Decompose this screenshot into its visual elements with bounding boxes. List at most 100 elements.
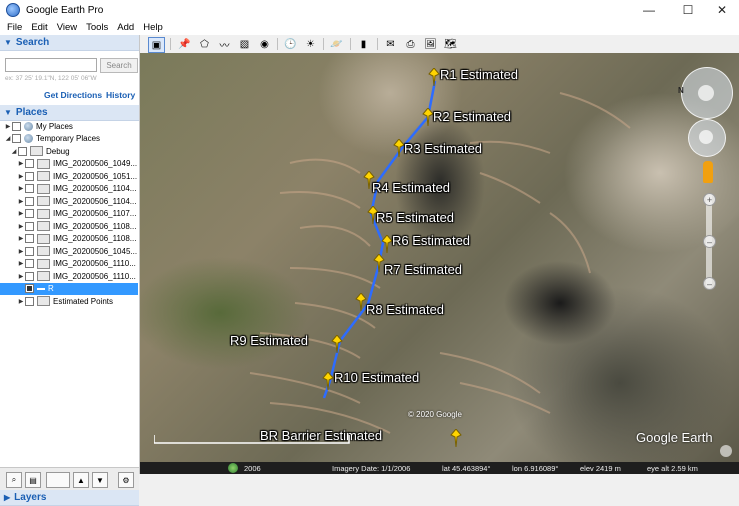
maximize-button[interactable]: ☐	[671, 0, 705, 20]
checkbox[interactable]	[18, 146, 27, 156]
add-path-icon[interactable]: 〰	[217, 37, 232, 52]
historical-imagery-icon[interactable]: 🕒	[283, 37, 298, 51]
tree-item-my-places[interactable]: ▶ My Places	[0, 120, 138, 133]
look-around-control[interactable]: N	[678, 67, 733, 119]
checkbox[interactable]	[25, 234, 34, 244]
tree-item-debug[interactable]: ◢ Debug	[0, 145, 138, 158]
menu-help[interactable]: Help	[143, 22, 163, 33]
collapse-triangle-icon[interactable]: ▼	[4, 38, 12, 47]
placemark-label[interactable]: R8 Estimated	[366, 302, 444, 317]
placemark-label[interactable]: R4 Estimated	[372, 180, 450, 195]
placemark-pin-icon[interactable]	[321, 372, 335, 390]
layers-panel-header[interactable]: ▶ Layers	[0, 490, 139, 506]
print-icon[interactable]: ⎙	[403, 37, 418, 51]
expand-arrow-icon[interactable]: ▶	[17, 260, 25, 267]
placemark-pin-icon[interactable]	[330, 335, 344, 353]
placemark-label[interactable]: R3 Estimated	[404, 141, 482, 156]
tree-item-image[interactable]: ▶ IMG_20200506_1108...	[0, 220, 138, 233]
close-button[interactable]: ✕	[705, 0, 739, 20]
tree-item-temporary-places[interactable]: ◢ Temporary Places	[0, 133, 138, 146]
tree-item-image[interactable]: ▶ IMG_20200506_1108...	[0, 233, 138, 246]
checkbox[interactable]	[12, 121, 21, 131]
checkbox[interactable]	[25, 296, 34, 306]
zoom-out-button[interactable]: –	[703, 277, 716, 290]
tree-item-image[interactable]: ▶ IMG_20200506_1110...	[0, 270, 138, 283]
north-icon[interactable]: N	[678, 86, 684, 95]
history-link[interactable]: History	[106, 90, 135, 100]
collapse-triangle-icon[interactable]: ▼	[4, 108, 12, 117]
menu-add[interactable]: Add	[117, 22, 134, 33]
places-panel-header[interactable]: ▼ Places	[0, 105, 139, 121]
menu-tools[interactable]: Tools	[86, 22, 108, 33]
checkbox[interactable]	[25, 209, 34, 219]
sidebar-toggle-icon[interactable]: ▣	[148, 37, 165, 53]
expand-triangle-icon[interactable]: ▶	[4, 493, 10, 502]
places-search-field[interactable]	[46, 472, 70, 488]
search-panel-header[interactable]: ▼ Search	[0, 35, 139, 51]
expand-arrow-icon[interactable]: ▶	[17, 235, 25, 242]
placemark-label[interactable]: R5 Estimated	[376, 210, 454, 225]
get-directions-link[interactable]: Get Directions	[44, 90, 102, 100]
add-polygon-icon[interactable]: ⬠	[197, 37, 212, 51]
placemark-label[interactable]: R6 Estimated	[392, 233, 470, 248]
tree-item-image[interactable]: ▶ IMG_20200506_1051...	[0, 170, 138, 183]
tree-item-image[interactable]: ▶ IMG_20200506_1045...	[0, 245, 138, 258]
menu-edit[interactable]: Edit	[31, 22, 47, 33]
email-icon[interactable]: ✉	[383, 37, 398, 51]
placemark-label[interactable]: R10 Estimated	[334, 370, 419, 385]
tree-item-image[interactable]: ▶ IMG_20200506_1107...	[0, 208, 138, 221]
compass-icon[interactable]	[720, 445, 732, 457]
expand-arrow-icon[interactable]: ▶	[17, 160, 25, 167]
record-tour-icon[interactable]: ◉	[257, 37, 272, 51]
move-control[interactable]	[688, 119, 726, 157]
collapse-arrow-icon[interactable]: ◢	[4, 135, 12, 142]
menu-view[interactable]: View	[57, 22, 77, 33]
search-icon[interactable]: ⌕	[6, 472, 22, 488]
placemark-label[interactable]: R7 Estimated	[384, 262, 462, 277]
tree-item-r-path[interactable]: R	[0, 282, 138, 295]
collapse-arrow-icon[interactable]: ◢	[10, 148, 18, 155]
placemark-label[interactable]: R9 Estimated	[230, 333, 308, 348]
expand-arrow-icon[interactable]: ▶	[17, 185, 25, 192]
menu-file[interactable]: File	[7, 22, 22, 33]
search-input[interactable]	[5, 58, 97, 72]
add-placemark-icon[interactable]: 📌	[177, 37, 192, 51]
sunlight-icon[interactable]: ☀	[303, 37, 318, 51]
tree-item-image[interactable]: ▶ IMG_20200506_1110...	[0, 258, 138, 271]
expand-arrow-icon[interactable]: ▶	[17, 173, 25, 180]
expand-arrow-icon[interactable]: ▶	[17, 248, 25, 255]
tree-item-image[interactable]: ▶ IMG_20200506_1104...	[0, 183, 138, 196]
expand-arrow-icon[interactable]: ▶	[17, 273, 25, 280]
street-view-pegman-icon[interactable]	[703, 161, 713, 183]
checkbox[interactable]	[25, 171, 34, 181]
map-view[interactable]: R1 Estimated R2 Estimated R3 Estimated R…	[140, 53, 739, 462]
expand-arrow-icon[interactable]: ▶	[17, 198, 25, 205]
placemark-pin-icon[interactable]	[449, 429, 463, 447]
minimize-button[interactable]: —	[632, 0, 666, 20]
move-up-icon[interactable]: ▲	[73, 472, 89, 488]
zoom-slider-handle[interactable]: –	[703, 235, 716, 248]
tree-item-image[interactable]: ▶ IMG_20200506_1104...	[0, 195, 138, 208]
switch-planet-icon[interactable]: 🪐	[329, 37, 344, 51]
checkbox[interactable]	[12, 134, 21, 144]
expand-arrow-icon[interactable]: ▶	[17, 223, 25, 230]
checkbox[interactable]	[25, 184, 34, 194]
zoom-in-button[interactable]: +	[703, 193, 716, 206]
search-button[interactable]: Search	[100, 58, 138, 73]
placemark-pin-icon[interactable]	[427, 68, 441, 86]
add-overlay-icon[interactable]: ▧	[237, 37, 252, 51]
checkbox[interactable]	[25, 284, 34, 294]
tree-item-image[interactable]: ▶ IMG_20200506_1049...	[0, 158, 138, 171]
checkbox[interactable]	[25, 196, 34, 206]
tree-item-estimated-points[interactable]: ▶ Estimated Points	[0, 295, 138, 308]
save-image-icon[interactable]: 🖼	[423, 37, 438, 51]
checkbox[interactable]	[25, 271, 34, 281]
checkbox[interactable]	[25, 221, 34, 231]
expand-arrow-icon[interactable]: ▶	[4, 123, 12, 130]
historical-imagery-globe-icon[interactable]	[228, 463, 238, 473]
view-in-maps-icon[interactable]: 🗺	[443, 37, 458, 51]
move-down-icon[interactable]: ▼	[92, 472, 108, 488]
checkbox[interactable]	[25, 259, 34, 269]
placemark-label[interactable]: R2 Estimated	[433, 109, 511, 124]
expand-arrow-icon[interactable]: ▶	[17, 210, 25, 217]
